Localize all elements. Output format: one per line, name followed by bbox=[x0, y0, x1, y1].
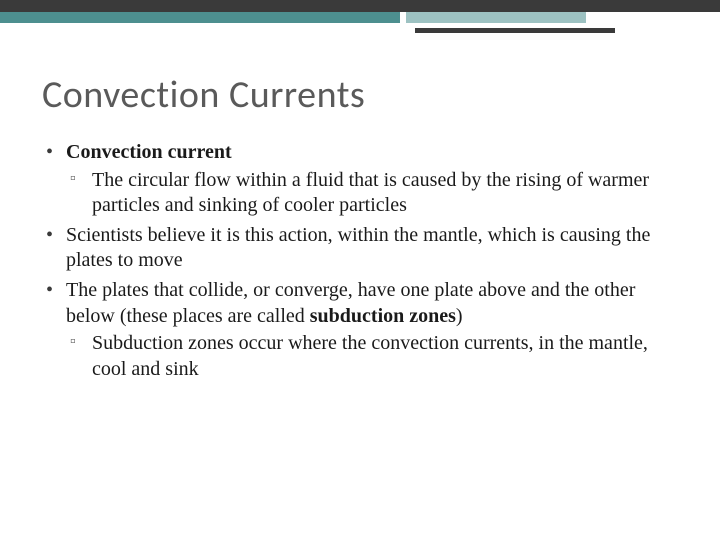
border-dark-bar bbox=[0, 0, 720, 12]
bullet-item-3-suffix: ) bbox=[456, 305, 463, 327]
border-accent-bar bbox=[0, 28, 720, 33]
bullet-list: Convection current The circular flow wit… bbox=[42, 140, 680, 382]
sub-bullet-item: The circular flow within a fluid that is… bbox=[66, 168, 680, 219]
slide-top-border bbox=[0, 0, 720, 38]
sub-bullet-list: Subduction zones occur where the convect… bbox=[66, 331, 680, 382]
sub-bullet-list: The circular flow within a fluid that is… bbox=[66, 168, 680, 219]
sub-bullet-item: Subduction zones occur where the convect… bbox=[66, 331, 680, 382]
bullet-item-1: Convection current The circular flow wit… bbox=[42, 140, 680, 219]
bullet-item-1-label: Convection current bbox=[66, 141, 232, 163]
border-teal-bar bbox=[0, 12, 720, 23]
slide-title: Convection Currents bbox=[42, 72, 680, 118]
bullet-item-3: The plates that collide, or converge, ha… bbox=[42, 278, 680, 382]
bullet-item-3-bold: subduction zones bbox=[310, 305, 456, 327]
bullet-item-2: Scientists believe it is this action, wi… bbox=[42, 223, 680, 274]
slide-content: Convection Currents Convection current T… bbox=[0, 0, 720, 382]
